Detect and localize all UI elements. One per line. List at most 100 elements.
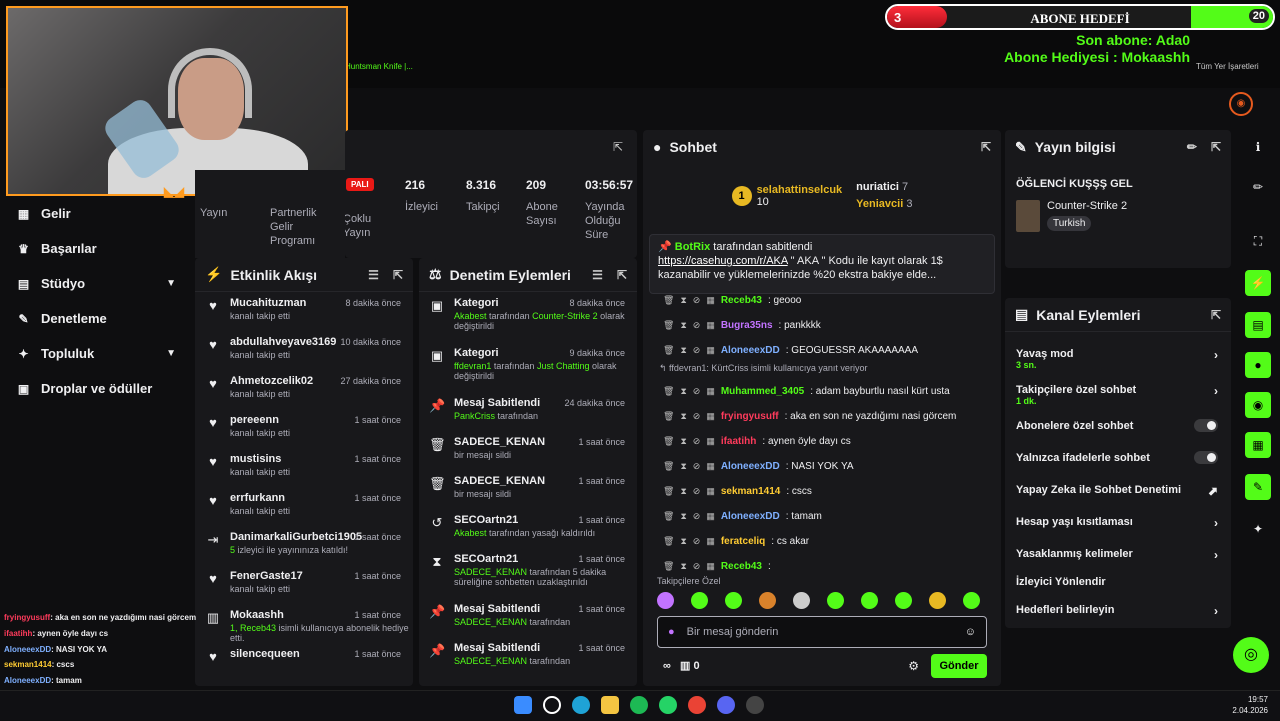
timeout-icon[interactable]: ⧗	[680, 536, 686, 547]
broadcast-icon[interactable]: ◉	[1245, 392, 1271, 418]
bookmark-item[interactable]: Huntsman Knife |...	[345, 62, 413, 71]
timeout-icon[interactable]: ⧗	[680, 436, 686, 447]
delete-icon[interactable]: 🗑	[663, 436, 674, 447]
timeout-icon[interactable]: ⧗	[680, 486, 686, 497]
emote-2[interactable]	[691, 592, 708, 609]
expand-icon[interactable]: ⛶	[1245, 228, 1271, 254]
mod-actor[interactable]: SADECE_KENAN	[454, 567, 527, 577]
chat-username[interactable]: fryingyusuff	[721, 411, 779, 422]
ban-icon[interactable]: ⊘	[693, 320, 701, 331]
all-bookmarks-button[interactable]: Tüm Yer İşaretleri	[1196, 62, 1259, 71]
filter-icon[interactable]: ☰	[592, 268, 603, 282]
timeout-icon[interactable]: ⧗	[680, 295, 686, 306]
spotify-icon[interactable]	[630, 696, 648, 714]
ban-icon[interactable]: ⊘	[693, 461, 701, 472]
delete-icon[interactable]: 🗑	[663, 320, 674, 331]
chat-username[interactable]: ifaatihh	[721, 436, 757, 447]
channel-action[interactable]: Abonelere özel sohbet	[1016, 419, 1220, 432]
delete-icon[interactable]: 🗑	[663, 511, 674, 522]
emote-7[interactable]	[861, 592, 878, 609]
channel-action[interactable]: Takipçilere özel sohbet 1 dk. ›	[1016, 384, 1220, 406]
timeout-icon[interactable]: ⧗	[680, 461, 686, 472]
tab-partner[interactable]: Partnerlik Gelir Programı	[270, 206, 328, 248]
channel-action[interactable]: İzleyici Yönlendir	[1016, 576, 1220, 588]
settings-icon[interactable]: ⚙	[908, 659, 919, 673]
edge-icon[interactable]	[572, 696, 590, 714]
profile-menu-icon[interactable]: ◉	[1229, 92, 1253, 116]
leader-name[interactable]: selahattinselcuk	[757, 184, 843, 196]
toggle-switch[interactable]	[1194, 451, 1218, 464]
ban-icon[interactable]: ⊘	[693, 436, 701, 447]
gift-icon[interactable]: ▥	[680, 660, 690, 672]
support-button[interactable]: ◎	[1233, 637, 1269, 673]
ban-icon[interactable]: ⊘	[693, 345, 701, 356]
pinned-link[interactable]: https://casehug.com/r/AKA	[658, 255, 788, 267]
emote-9[interactable]	[929, 592, 946, 609]
channel-action[interactable]: Yapay Zeka ile Sohbet Denetimi ⬈	[1016, 484, 1220, 498]
mod-actor[interactable]: SADECE_KENAN	[454, 617, 527, 627]
timeout-icon[interactable]: ⧗	[680, 561, 686, 572]
popout-icon[interactable]: ⇱	[1211, 308, 1221, 322]
channel-action[interactable]: Yasaklanmış kelimeler ›	[1016, 548, 1220, 562]
nav-item-achievements[interactable]: ♛ Başarılar	[16, 241, 176, 256]
delete-icon[interactable]: 🗑	[663, 345, 674, 356]
tab-stream[interactable]: Yayın	[200, 206, 227, 220]
infinity-icon[interactable]: ∞	[663, 660, 671, 672]
timeout-icon[interactable]: ⧗	[680, 320, 686, 331]
category-name[interactable]: Counter-Strike 2	[1047, 200, 1127, 212]
send-button[interactable]: Gönder	[931, 654, 987, 678]
timeout-icon[interactable]: ⧗	[680, 386, 686, 397]
emote-3[interactable]	[725, 592, 742, 609]
popout-icon[interactable]: ⇱	[981, 140, 991, 154]
mod-actor[interactable]: Akabest	[454, 528, 487, 538]
pinned-user[interactable]: BotRix	[675, 241, 710, 253]
edit-icon[interactable]: ✏	[1187, 140, 1197, 154]
delete-icon[interactable]: 🗑	[663, 386, 674, 397]
info-icon[interactable]: ℹ	[1245, 134, 1271, 160]
toggle-switch[interactable]	[1194, 419, 1218, 432]
chat-username[interactable]: Muhammed_3405	[721, 386, 804, 397]
delete-icon[interactable]: 🗑	[663, 536, 674, 547]
timeout-icon[interactable]: ⧗	[680, 411, 686, 422]
nav-item-community[interactable]: ✦ Topluluk ▼	[16, 346, 176, 361]
chat-username[interactable]: sekman1414	[721, 486, 781, 497]
channel-action[interactable]: Hesap yaşı kısıtlaması ›	[1016, 516, 1220, 530]
chat-icon[interactable]: ●	[1245, 352, 1271, 378]
ban-icon[interactable]: ⊘	[693, 486, 701, 497]
nav-item-studio[interactable]: ▤ Stüdyo ▼	[16, 276, 176, 291]
chrome-icon[interactable]	[688, 696, 706, 714]
chat-username[interactable]: AloneeexDD	[721, 345, 780, 356]
filter-icon[interactable]: ☰	[368, 268, 379, 282]
ban-icon[interactable]: ⊘	[693, 536, 701, 547]
emote-5[interactable]	[793, 592, 810, 609]
popout-icon[interactable]: ⇱	[613, 140, 623, 154]
document-icon[interactable]: ▤	[1245, 312, 1271, 338]
search-icon[interactable]	[543, 696, 561, 714]
ban-icon[interactable]: ⊘	[693, 295, 701, 306]
ban-icon[interactable]: ⊘	[693, 561, 701, 572]
ban-icon[interactable]: ⊘	[693, 511, 701, 522]
delete-icon[interactable]: 🗑	[663, 461, 674, 472]
channel-action[interactable]: Hedefleri belirleyin ›	[1016, 604, 1220, 618]
chat-username[interactable]: Receb43	[721, 295, 762, 306]
mod-actor[interactable]: PankCriss	[454, 411, 495, 421]
emoji-icon[interactable]: ☺	[965, 626, 976, 638]
delete-icon[interactable]: 🗑	[663, 295, 674, 306]
chat-username[interactable]: AloneeexDD	[721, 511, 780, 522]
layout-icon[interactable]: ▦	[1245, 432, 1271, 458]
leader-2-name[interactable]: nuriatici	[856, 181, 899, 193]
community-icon[interactable]: ✦	[1245, 516, 1271, 542]
discord-icon[interactable]	[717, 696, 735, 714]
delete-icon[interactable]: 🗑	[663, 411, 674, 422]
chat-username[interactable]: Receb43	[721, 561, 762, 572]
mod-actor[interactable]: ffdevran1	[454, 361, 491, 371]
chat-username[interactable]: AloneeexDD	[721, 461, 780, 472]
system-clock[interactable]: 19:57 2.04.2026	[1232, 694, 1268, 716]
start-icon[interactable]	[514, 696, 532, 714]
chat-username[interactable]: feratceliq	[721, 536, 765, 547]
nav-item-income[interactable]: ▦ Gelir	[16, 206, 176, 221]
emote-6[interactable]	[827, 592, 844, 609]
chat-input[interactable]: ● Bir mesaj gönderin ☺	[657, 616, 987, 648]
ban-icon[interactable]: ⊘	[693, 386, 701, 397]
timeout-icon[interactable]: ⧗	[680, 345, 686, 356]
